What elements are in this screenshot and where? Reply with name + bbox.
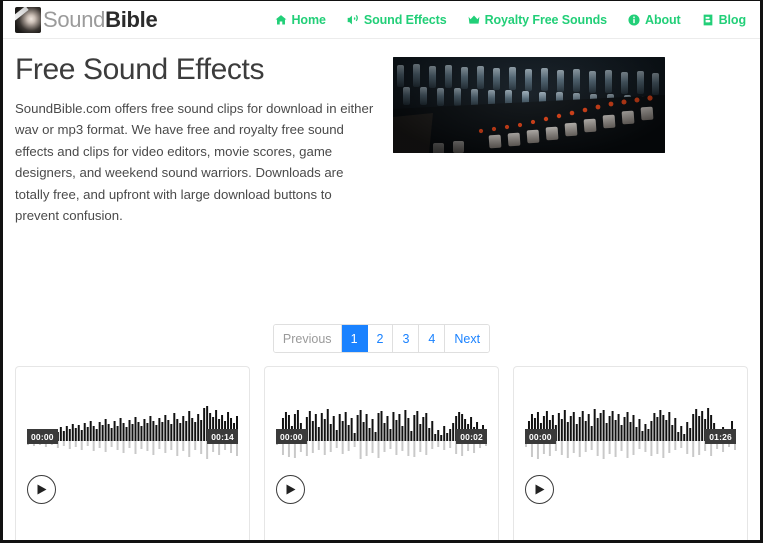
pagination-page-3[interactable]: 3 [393, 325, 420, 353]
page-title: Free Sound Effects [15, 53, 265, 86]
nav-label-blog: Blog [718, 12, 746, 27]
waveform-end-time: 00:14 [207, 429, 238, 445]
nav-label-about: About [645, 12, 681, 27]
brand-wordmark: SoundBible [43, 6, 158, 32]
hero-text-block: Free Sound Effects SoundBible.com offers… [15, 53, 375, 226]
nav-item-about[interactable]: About [628, 13, 681, 27]
pagination-page-2[interactable]: 2 [367, 325, 394, 353]
nav-label-home: Home [291, 12, 326, 27]
pagination: Previous 1 2 3 4 Next [272, 324, 491, 354]
play-icon [535, 484, 544, 495]
crown-icon [468, 14, 480, 26]
nav-label-royalty-free-sounds: Royalty Free Sounds [484, 12, 608, 27]
pagination-page-1[interactable]: 1 [341, 325, 368, 353]
waveform-start-time: 00:00 [27, 429, 58, 445]
play-button[interactable] [27, 475, 56, 505]
pagination-next[interactable]: Next [445, 325, 490, 353]
photo-vignette [393, 57, 665, 153]
nav-item-sound-effects[interactable]: Sound Effects [347, 13, 447, 27]
blog-icon [702, 14, 714, 26]
audio-mixing-console-photo [393, 57, 665, 153]
waveform-start-time: 00:00 [276, 429, 307, 445]
soundbible-avatar-logo [15, 6, 41, 33]
play-icon [286, 484, 295, 495]
waveform-end-time: 01:26 [705, 429, 736, 445]
waveform[interactable]: 00:00 01:26 [525, 405, 736, 467]
brand-text-sound: Sound [43, 6, 106, 32]
brand-logo-link[interactable]: SoundBible [15, 6, 158, 33]
sound-card[interactable]: 00:00 00:02 Attribution 3.0 Service Bell… [264, 366, 499, 540]
waveform[interactable]: 00:00 00:14 [27, 405, 238, 467]
hero-section: Free Sound Effects SoundBible.com offers… [3, 39, 760, 226]
sound-card[interactable]: 00:00 00:14 Attribution 3.0 Airplane Lan… [15, 366, 250, 540]
nav-item-royalty-free-sounds[interactable]: Royalty Free Sounds [468, 13, 607, 27]
pagination-page-4[interactable]: 4 [419, 325, 446, 353]
site-header: SoundBible Home Sound Effects Royalty Fr… [3, 1, 760, 39]
pagination-wrapper: Previous 1 2 3 4 Next [3, 324, 760, 354]
waveform-end-time: 00:02 [456, 429, 487, 445]
waveform[interactable]: 00:00 00:02 [276, 405, 487, 467]
brand-text-bible: Bible [105, 6, 158, 32]
play-icon [37, 484, 46, 495]
waveform-start-time: 00:00 [525, 429, 556, 445]
nav-item-blog[interactable]: Blog [702, 13, 746, 27]
info-circle-icon [628, 13, 640, 26]
sound-card-grid: 00:00 00:14 Attribution 3.0 Airplane Lan… [3, 366, 760, 540]
page-description: SoundBible.com offers free sound clips f… [15, 101, 374, 223]
page-root: SoundBible Home Sound Effects Royalty Fr… [0, 0, 763, 543]
volume-icon [347, 14, 359, 26]
nav-item-home[interactable]: Home [275, 13, 326, 27]
pagination-previous[interactable]: Previous [273, 325, 342, 353]
play-button[interactable] [276, 475, 305, 505]
main-navigation: Home Sound Effects Royalty Free Sounds A… [275, 13, 746, 27]
home-icon [275, 14, 287, 26]
sound-card[interactable]: 00:00 01:26 Attribution 3.0 Heavy Rain W… [513, 366, 748, 540]
play-button[interactable] [525, 475, 554, 505]
nav-label-sound-effects: Sound Effects [363, 12, 447, 27]
